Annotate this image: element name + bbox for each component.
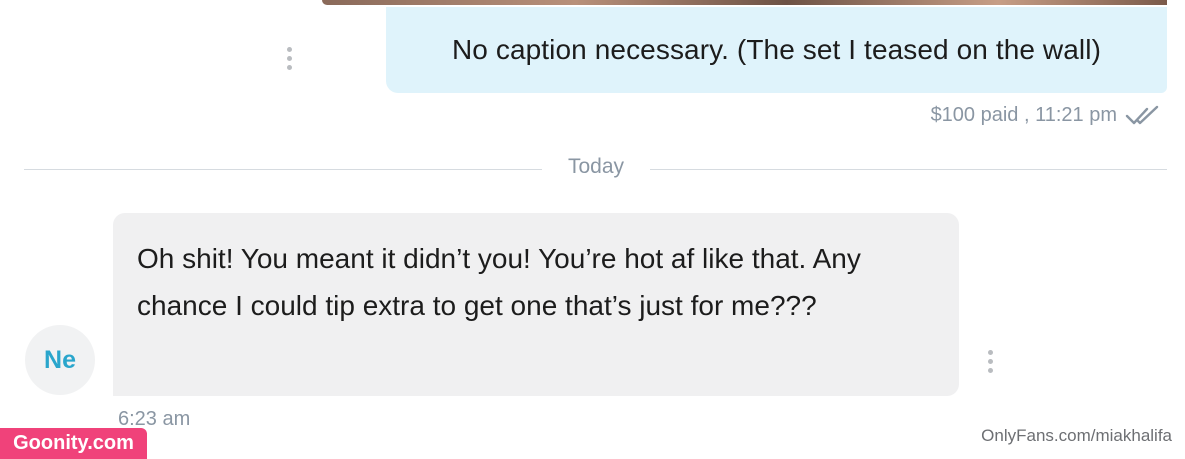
- chat-screen: No caption necessary. (The set I teased …: [0, 0, 1185, 459]
- day-divider-line-left: [24, 169, 542, 170]
- received-message-bubble[interactable]: Oh shit! You meant it didn’t you! You’re…: [113, 213, 959, 396]
- sent-message-text: No caption necessary. (The set I teased …: [451, 34, 1101, 65]
- double-check-icon: [1125, 105, 1159, 124]
- watermark-badge: Goonity.com: [0, 428, 147, 459]
- avatar[interactable]: Ne: [25, 325, 95, 395]
- received-message-text: Oh shit! You meant it didn’t you! You’re…: [137, 243, 861, 321]
- sent-message-bubble[interactable]: No caption necessary. (The set I teased …: [386, 7, 1167, 93]
- media-thumbnail[interactable]: [322, 0, 1167, 5]
- day-divider-label: Today: [567, 155, 625, 178]
- avatar-initials: Ne: [44, 345, 76, 374]
- day-divider-line-right: [650, 169, 1167, 170]
- watermark-source: OnlyFans.com/miakhalifa: [981, 426, 1172, 445]
- sent-message-meta: $100 paid , 11:21 pm: [931, 104, 1161, 127]
- sent-message-options-icon[interactable]: [286, 47, 292, 70]
- received-message-options-icon[interactable]: [987, 350, 993, 373]
- sent-message-status: $100 paid , 11:21 pm: [930, 104, 1117, 126]
